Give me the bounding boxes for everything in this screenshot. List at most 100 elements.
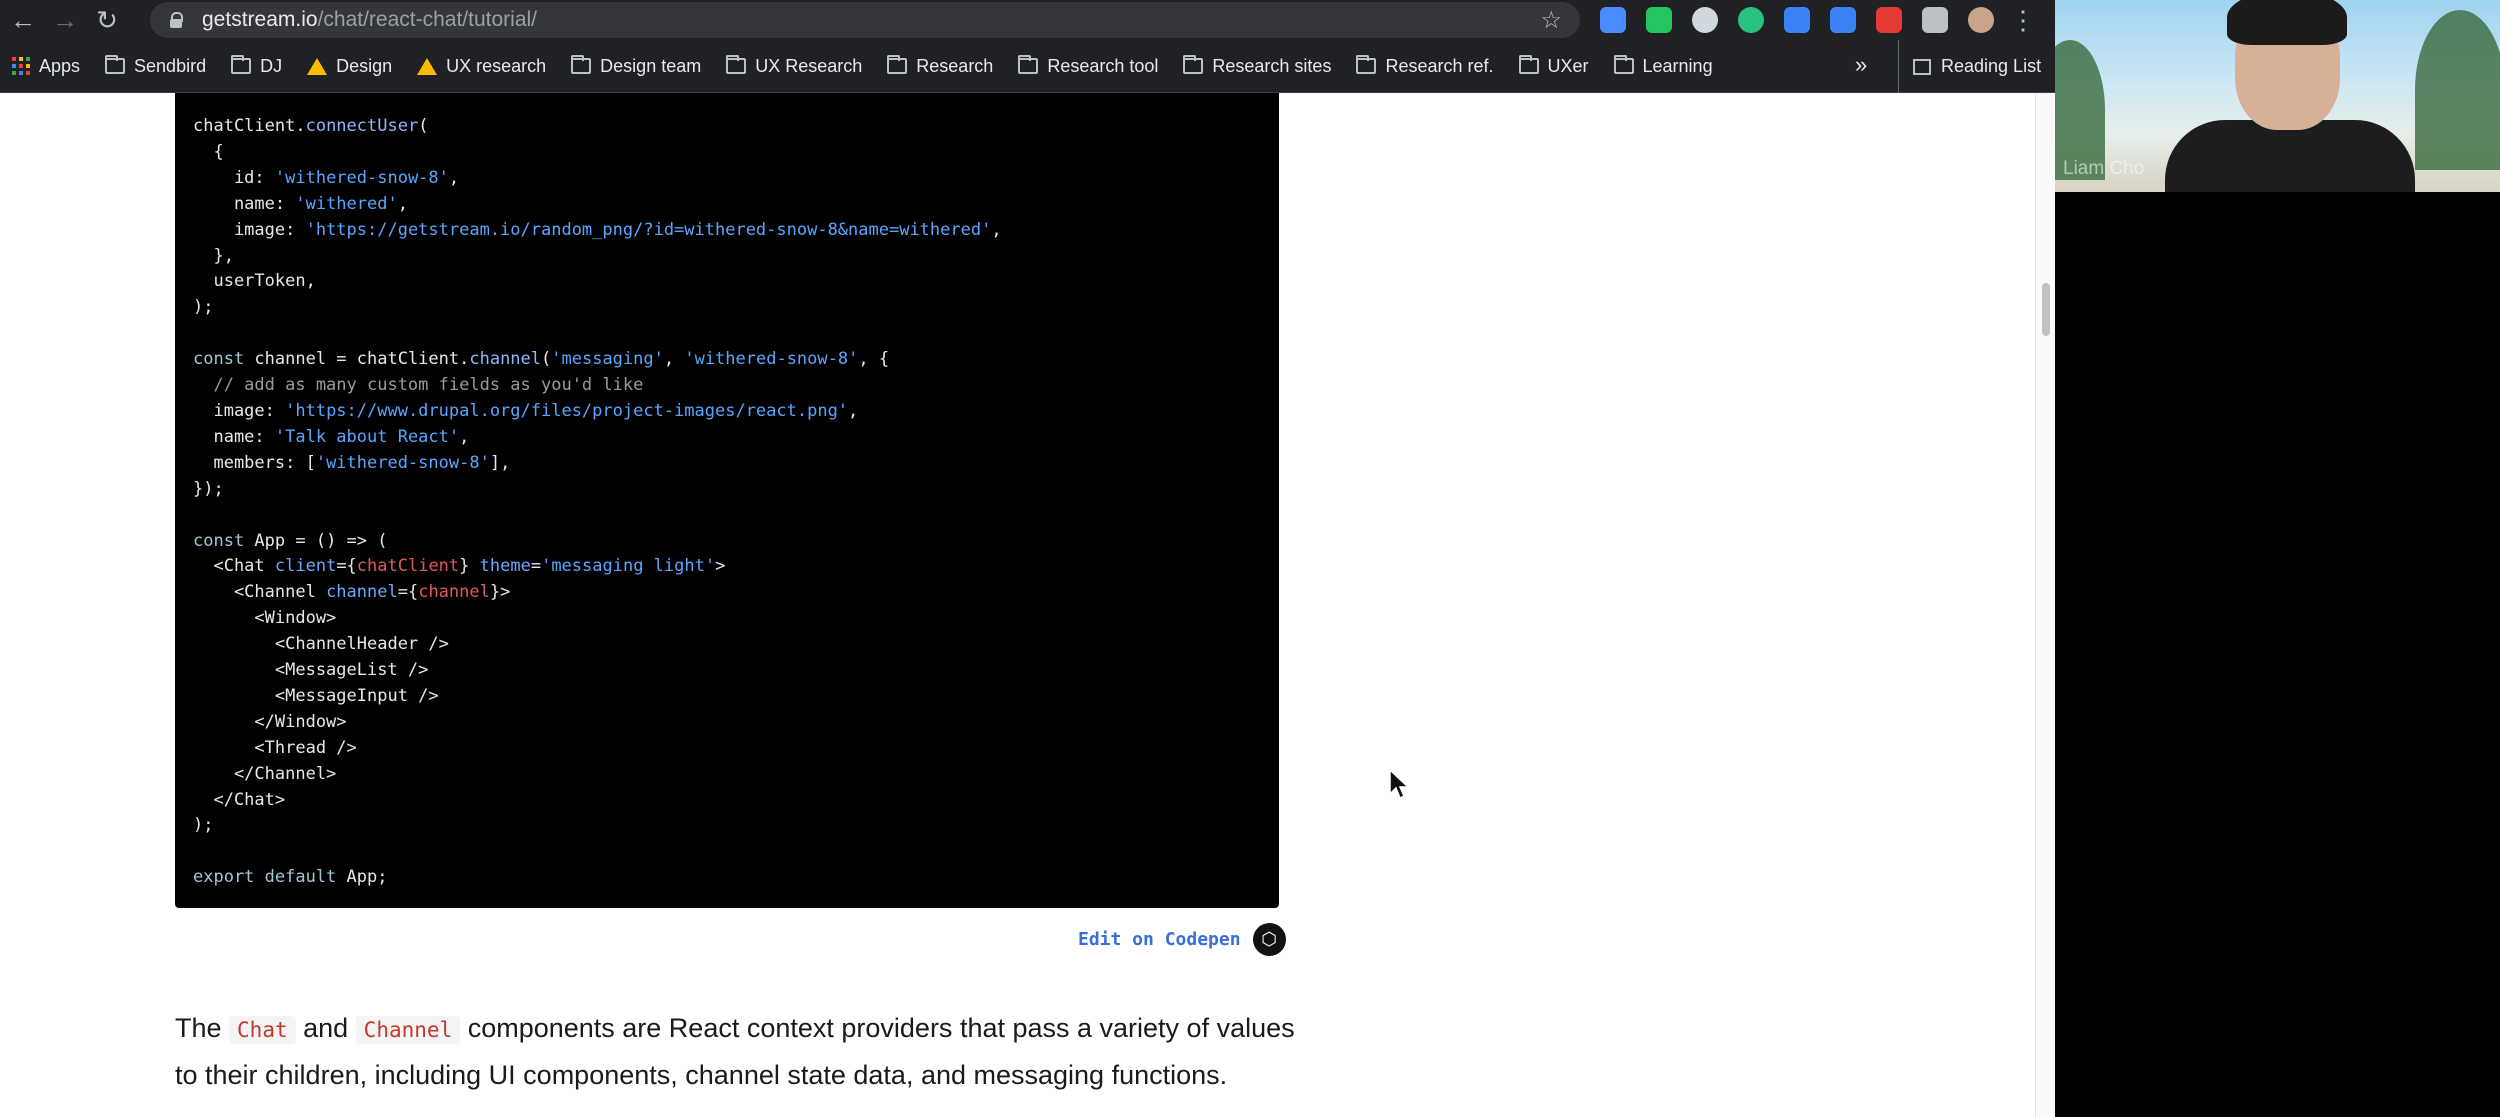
bookmark-label: Design team [600,55,702,76]
bookmarks-bar: Apps Sendbird DJ Design UX research Design te… [0,40,2055,93]
browser-window: ← → ↻ getstream.io/chat/react-chat/tutor… [0,0,2055,1117]
code-line: </Chat> [193,789,286,810]
video-call-panel: Liam Cho [2055,0,2500,1117]
code-line: name: 'Talk about React', [193,426,470,447]
mouse-cursor-icon [1389,768,1410,800]
code-line: chatClient.connectUser( [193,116,429,136]
bookmark-label: Research tool [1047,55,1159,76]
bookmark-label: UX research [446,55,547,76]
code-line: { [193,141,224,162]
codepen-label: Edit on Codepen [1078,929,1241,950]
code-line: <MessageList /> [193,660,429,681]
bookmark-design-team[interactable]: Design team [571,55,702,77]
code-line: <Thread /> [193,737,357,758]
code-line: members: ['withered-snow-8'], [193,452,511,473]
bookmark-learning[interactable]: Learning [1613,55,1713,77]
bookmark-sendbird[interactable]: Sendbird [105,55,207,77]
bookmark-label: Apps [39,55,81,76]
bookmark-label: UXer [1547,55,1589,76]
folder-icon [1018,55,1039,74]
extension-icon[interactable] [1922,7,1948,33]
code-block: chatClient.connectUser( { id: 'withered-… [175,93,1279,908]
codepen-icon: ⬡ [1252,923,1286,956]
code-line: <ChannelHeader /> [193,634,449,655]
bookmark-research-ref[interactable]: Research ref. [1356,55,1494,77]
body-paragraph: The Chat and Channel components are Reac… [175,1006,1295,1098]
folder-icon [726,55,747,74]
extension-icon[interactable] [1830,7,1856,33]
reading-list-button[interactable]: Reading List [1898,40,2041,93]
inline-code-channel: Channel [355,1016,461,1044]
bookmark-design[interactable]: Design [307,56,392,77]
google-drive-icon [417,57,438,75]
code-line: const App = () => ( [193,530,388,551]
code-line: image: 'https://www.drupal.org/files/pro… [193,400,859,421]
reload-icon[interactable]: ↻ [88,1,126,39]
folder-icon [887,55,908,74]
paragraph-text: The [175,1013,230,1043]
reading-list-label: Reading List [1941,56,2042,76]
bookmark-ux-research[interactable]: UX research [417,56,546,77]
code-line: userToken, [193,271,316,292]
participant-hair [2227,0,2347,45]
participant-body [2165,120,2415,192]
edit-on-codepen-link[interactable]: Edit on Codepen ⬡ [1078,923,1286,956]
code-line: <Chat client={chatClient} theme='messagi… [193,556,726,577]
extension-icon[interactable] [1692,7,1718,33]
folder-icon [571,55,592,74]
extension-icon[interactable] [1784,7,1810,33]
participant-video-tile[interactable]: Liam Cho [2055,0,2500,192]
code-text: chatClient.connectUser( { id: 'withered-… [193,114,1002,891]
code-line: id: 'withered-snow-8', [193,167,460,188]
inline-code-chat: Chat [229,1016,296,1044]
bookmark-uxer[interactable]: UXer [1518,55,1589,77]
extension-icon[interactable] [1600,7,1626,33]
lock-icon[interactable] [170,12,184,28]
bookmark-label: DJ [260,55,283,76]
extension-icon[interactable] [1738,7,1764,33]
code-line: }); [193,478,224,499]
bookmark-label: Research [916,55,994,76]
bookmark-research[interactable]: Research [887,55,994,77]
code-line: ); [193,297,214,318]
bookmark-apps[interactable]: Apps [12,56,80,77]
bookmark-label: Learning [1642,55,1713,76]
apps-grid-icon [12,57,30,75]
bookmark-label: UX Research [755,55,863,76]
bookmark-star-icon[interactable]: ☆ [1540,6,1562,35]
browser-menu-icon[interactable]: ⋮ [2010,5,2036,36]
code-line: }, [193,245,234,266]
bookmark-research-tool[interactable]: Research tool [1018,55,1159,77]
more-bookmarks-button[interactable]: » [1855,52,1867,78]
page-content: chatClient.connectUser( { id: 'withered-… [0,93,2035,1117]
folder-icon [1613,55,1634,74]
code-line: export default App; [193,867,388,888]
folder-icon [1518,55,1539,74]
extension-icon[interactable] [1876,7,1902,33]
url-path: /chat/react-chat/tutorial/ [317,8,537,31]
scrollbar-thumb[interactable] [2042,283,2050,336]
bookmark-ux-research[interactable]: UX Research [726,55,863,77]
bookmark-label: Sendbird [134,55,207,76]
folder-icon [105,55,126,74]
folder-icon [1183,55,1204,74]
paragraph-text: and [295,1013,356,1043]
background-palm [2415,10,2500,170]
extension-icon[interactable] [1646,7,1672,33]
reading-list-icon [1913,58,1931,75]
code-line: name: 'withered', [193,193,408,214]
code-line: <Window> [193,608,337,629]
url-host: getstream.io [202,8,318,31]
code-line: <Channel channel={channel}> [193,582,511,603]
participant-name: Liam Cho [2063,158,2145,179]
bookmark-dj[interactable]: DJ [231,55,283,77]
page-scrollbar[interactable] [2035,93,2055,1117]
address-bar[interactable]: getstream.io/chat/react-chat/tutorial/ ☆ [150,2,1580,38]
forward-icon[interactable]: → [46,1,84,39]
bookmark-research-sites[interactable]: Research sites [1183,55,1331,77]
profile-avatar[interactable] [1968,7,1994,33]
back-icon[interactable]: ← [4,1,42,39]
code-line: </Channel> [193,763,337,784]
code-line: const channel = chatClient.channel('mess… [193,349,890,370]
extensions-bar: ⋮ [1590,0,2036,40]
